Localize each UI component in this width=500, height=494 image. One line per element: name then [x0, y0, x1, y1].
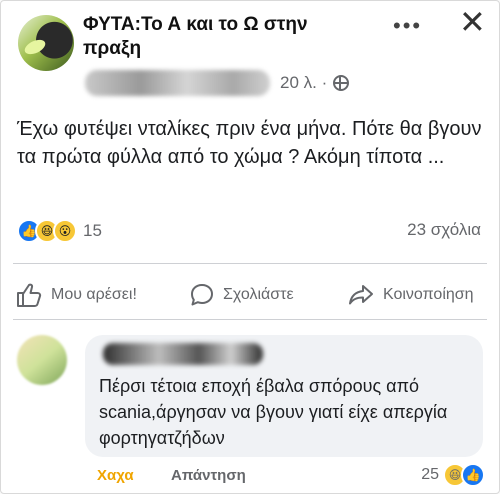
comment-reaction-count: 25 [421, 466, 439, 483]
like-button[interactable]: Μου αρέσει! [15, 273, 137, 317]
close-icon[interactable]: ✕ [459, 6, 486, 38]
post-card: ΦΥΤΑ:Το Α και το Ω στην πραξη 20 λ. · ••… [0, 0, 500, 494]
comment-count[interactable]: 23 σχόλια [407, 220, 481, 240]
divider [13, 263, 487, 264]
comment-reply-button[interactable]: Απάντηση [171, 467, 246, 484]
comment-bubble-icon [191, 284, 213, 306]
reaction-count: 15 [83, 221, 102, 240]
thumbs-up-icon [17, 283, 42, 307]
author-name-redacted[interactable] [85, 70, 270, 96]
divider [13, 319, 487, 320]
group-name[interactable]: ΦΥΤΑ:Το Α και το Ω στην πραξη [83, 13, 363, 61]
share-arrow-icon [349, 285, 373, 305]
comment-bubble: Πέρσι τέτοια εποχή έβαλα σπόρους από sca… [85, 335, 483, 457]
comment-text: Πέρσι τέτοια εποχή έβαλα σπόρους από sca… [99, 376, 448, 448]
share-button[interactable]: Κοινοποίηση [347, 273, 474, 317]
share-label: Κοινοποίηση [383, 286, 474, 303]
comment-haha-button[interactable]: Χαχα [97, 467, 134, 484]
commenter-avatar[interactable] [17, 335, 67, 385]
post-time[interactable]: 20 λ. · [280, 73, 327, 93]
like-label: Μου αρέσει! [51, 286, 137, 303]
more-horizontal-icon[interactable]: ••• [393, 13, 422, 39]
post-actions: Μου αρέσει! Σχολιάστε Κοινοποίηση [1, 273, 500, 317]
reactions-summary[interactable]: 👍 😆 😮 15 [17, 219, 102, 243]
group-avatar[interactable] [18, 15, 74, 71]
comment-label: Σχολιάστε [223, 286, 294, 303]
wow-reaction-icon: 😮 [53, 219, 77, 243]
comment-reactions[interactable]: 25 😆 👍 [421, 463, 485, 487]
globe-icon [333, 75, 350, 91]
comment-button[interactable]: Σχολιάστε [189, 273, 294, 317]
commenter-name-redacted[interactable] [103, 343, 263, 365]
like-reaction-icon: 👍 [461, 463, 485, 487]
post-text: Έχω φυτέψει νταλίκες πριν ένα μήνα. Πότε… [17, 118, 482, 168]
post-meta: 20 λ. · [85, 70, 350, 96]
